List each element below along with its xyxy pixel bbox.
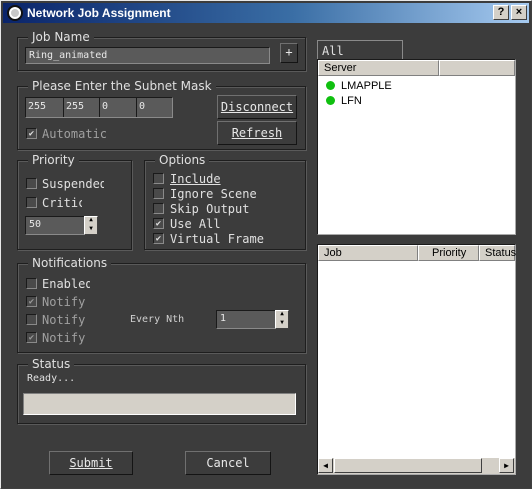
critical-label: Critical bbox=[42, 196, 82, 210]
server-column-extra[interactable] bbox=[439, 60, 515, 76]
spin-down-icon[interactable]: ▼ bbox=[85, 225, 97, 235]
server-row[interactable]: LFN bbox=[326, 95, 362, 107]
job-list: Job Priority Status ◀ ▶ bbox=[317, 244, 516, 475]
subnet-octet-1: 255 bbox=[28, 101, 47, 112]
horizontal-scrollbar[interactable]: ◀ ▶ bbox=[318, 458, 515, 474]
status-text: Ready... bbox=[27, 373, 76, 384]
notify-label-3: Notify bbox=[42, 331, 86, 345]
skip-output-label: Skip Output bbox=[170, 202, 250, 216]
online-status-icon bbox=[326, 81, 335, 90]
status-column-header[interactable]: Status bbox=[479, 245, 516, 261]
every-nth-label: Every Nth bbox=[130, 314, 185, 325]
server-list: Server LMAPPLE LFN bbox=[317, 59, 516, 235]
server-row[interactable]: LMAPPLE bbox=[326, 80, 392, 92]
every-nth-input[interactable]: 1 bbox=[216, 310, 276, 329]
include-checkbox[interactable] bbox=[153, 173, 164, 184]
server-name: LMAPPLE bbox=[341, 80, 392, 92]
octet-divider bbox=[63, 98, 64, 117]
refresh-button[interactable]: Refresh bbox=[217, 121, 297, 145]
notify-checkbox-2[interactable] bbox=[26, 314, 37, 325]
cancel-button[interactable]: Cancel bbox=[185, 451, 271, 475]
job-column-header[interactable]: Job bbox=[318, 245, 418, 261]
scroll-thumb[interactable] bbox=[334, 458, 482, 473]
spin-down-icon[interactable]: ▼ bbox=[276, 319, 288, 329]
window-title: Network Job Assignment bbox=[27, 6, 171, 20]
suspended-checkbox[interactable] bbox=[26, 178, 37, 189]
job-name-browse-button[interactable]: + bbox=[280, 43, 298, 63]
notify-checkbox-1[interactable] bbox=[26, 296, 37, 307]
online-status-icon bbox=[326, 96, 335, 105]
status-progress-bar bbox=[23, 393, 296, 415]
priority-value-input[interactable]: 50 bbox=[25, 216, 85, 235]
tab-all-servers[interactable]: All Servers bbox=[317, 40, 403, 72]
submit-button[interactable]: Submit bbox=[49, 451, 133, 475]
title-bar[interactable]: Network Job Assignment ? × bbox=[3, 3, 529, 23]
notify-label-2: Notify bbox=[42, 313, 86, 327]
scroll-left-icon[interactable]: ◀ bbox=[318, 458, 333, 473]
subnet-octet-2: 255 bbox=[66, 101, 85, 112]
notify-enabled-label: Enabled bbox=[42, 277, 90, 291]
server-name: LFN bbox=[341, 95, 362, 107]
subnet-label: Please Enter the Subnet Mask bbox=[28, 79, 216, 93]
suspended-label: Suspended bbox=[42, 177, 104, 191]
close-button[interactable]: × bbox=[511, 5, 527, 20]
include-label: Include bbox=[170, 172, 221, 186]
network-job-window: Network Job Assignment ? × Job Name Ring… bbox=[0, 0, 532, 489]
app-icon bbox=[7, 5, 23, 21]
priority-spinner[interactable]: ▲ ▼ bbox=[84, 216, 98, 235]
job-name-input[interactable]: Ring_animated bbox=[25, 47, 270, 64]
virtual-frame-label: Virtual Frame bbox=[170, 232, 264, 246]
octet-divider bbox=[99, 98, 100, 117]
refresh-label: Refresh bbox=[231, 126, 283, 140]
subnet-mask-input[interactable]: 255 255 0 0 bbox=[25, 97, 173, 118]
notifications-label: Notifications bbox=[28, 256, 112, 270]
status-label: Status bbox=[28, 357, 75, 371]
notify-label-1: Notify bbox=[42, 295, 86, 309]
ignore-scene-checkbox[interactable] bbox=[153, 188, 164, 199]
automatic-label: Automatic bbox=[42, 127, 108, 141]
every-nth-spinner[interactable]: ▲ ▼ bbox=[275, 310, 289, 329]
server-column-header[interactable]: Server bbox=[318, 60, 439, 76]
help-button[interactable]: ? bbox=[493, 5, 509, 20]
priority-label: Priority bbox=[28, 153, 79, 167]
disconnect-label: Disconnect bbox=[220, 100, 294, 114]
ignore-scene-label: Ignore Scene bbox=[170, 187, 257, 201]
notify-enabled-checkbox[interactable] bbox=[26, 278, 37, 289]
subnet-octet-3: 0 bbox=[102, 101, 109, 112]
include-text: Include bbox=[170, 172, 221, 186]
octet-divider bbox=[136, 98, 137, 117]
use-all-label: Use All bbox=[170, 217, 221, 231]
use-all-checkbox[interactable] bbox=[153, 218, 164, 229]
submit-label: Submit bbox=[69, 456, 113, 470]
notify-checkbox-3[interactable] bbox=[26, 332, 37, 343]
job-name-label: Job Name bbox=[28, 30, 94, 44]
scroll-right-icon[interactable]: ▶ bbox=[499, 458, 514, 473]
skip-output-checkbox[interactable] bbox=[153, 203, 164, 214]
options-label: Options bbox=[155, 153, 210, 167]
automatic-checkbox[interactable] bbox=[26, 128, 37, 139]
subnet-octet-4: 0 bbox=[139, 101, 146, 112]
disconnect-button[interactable]: Disconnect bbox=[217, 95, 297, 119]
virtual-frame-checkbox[interactable] bbox=[153, 233, 164, 244]
critical-checkbox[interactable] bbox=[26, 197, 37, 208]
priority-column-header[interactable]: Priority bbox=[418, 245, 479, 261]
